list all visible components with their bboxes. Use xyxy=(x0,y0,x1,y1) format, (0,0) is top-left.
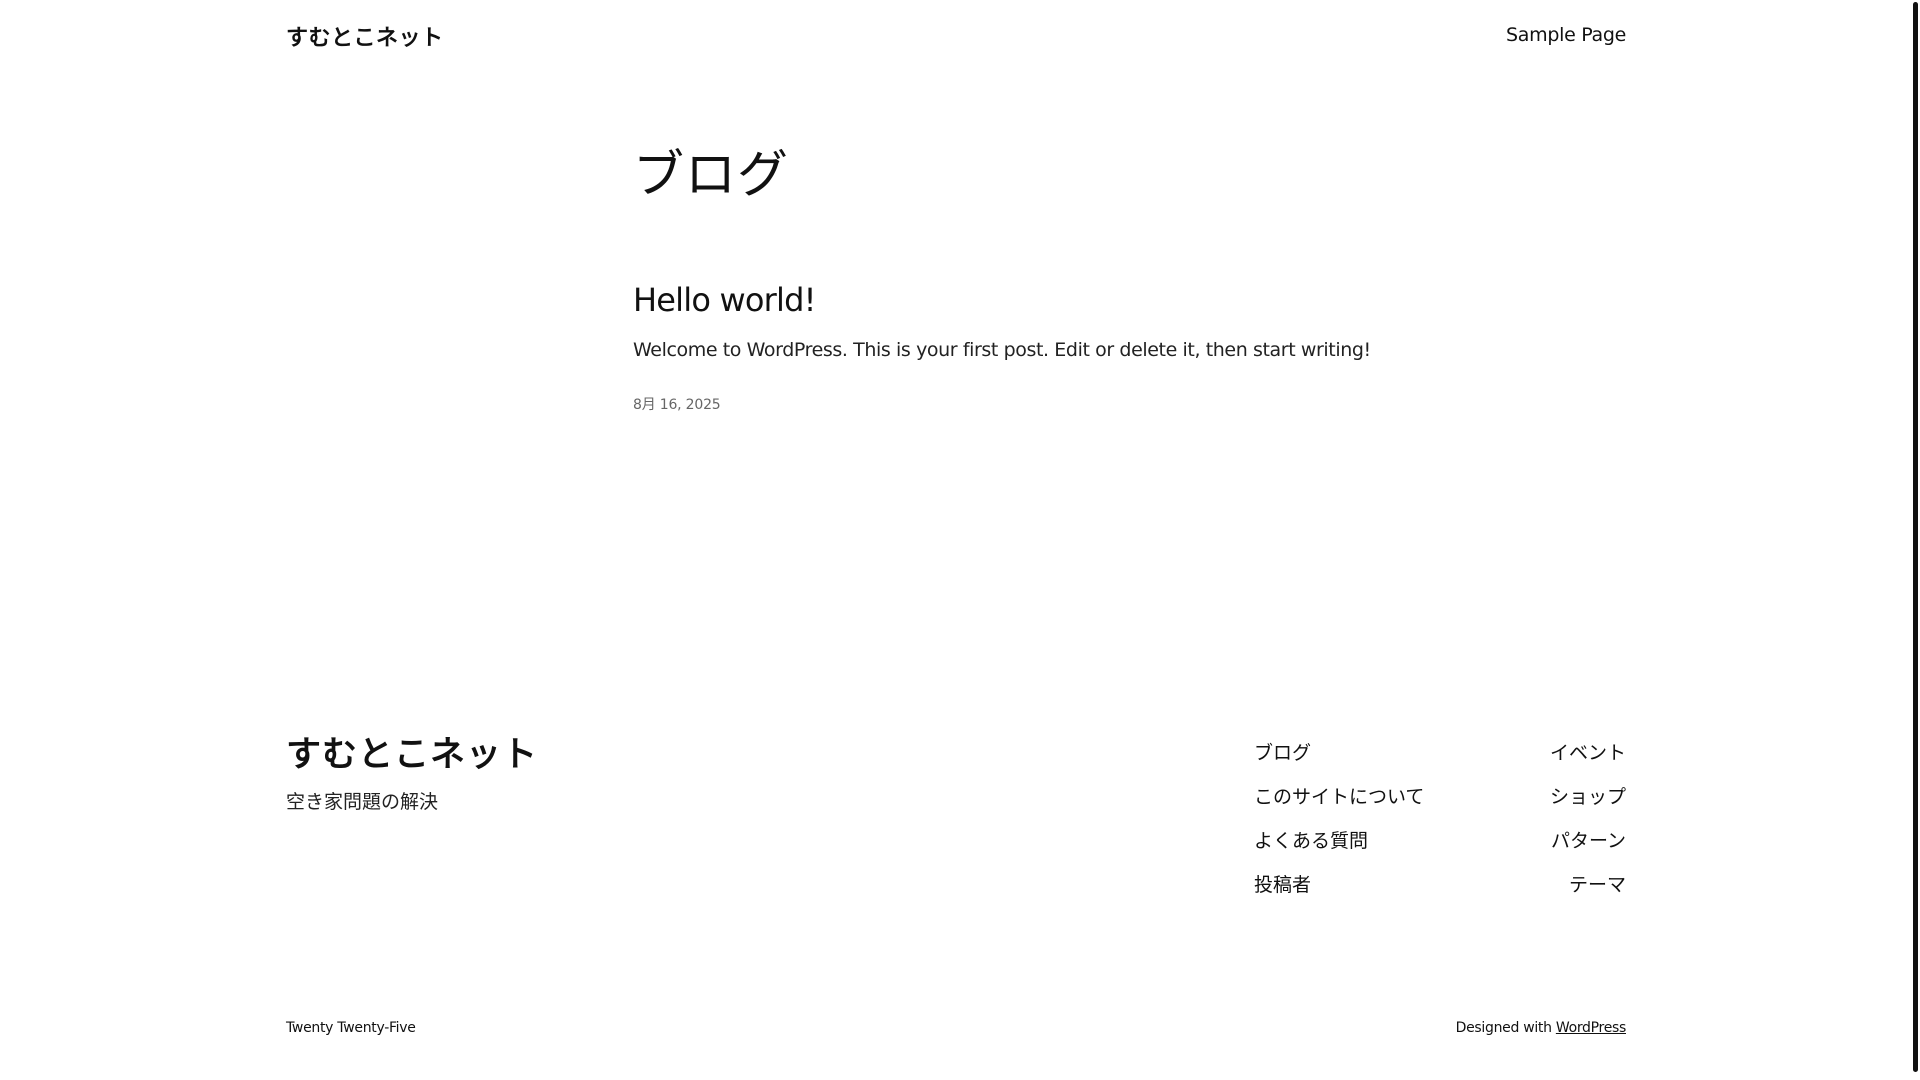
scrollbar[interactable] xyxy=(1911,0,1920,1080)
footer-link-faq[interactable]: よくある質問 xyxy=(1254,819,1424,863)
footer-tagline: 空き家問題の解決 xyxy=(286,791,439,813)
nav-item-sample-page[interactable]: Sample Page xyxy=(1506,24,1626,46)
footer-nav-column-2: イベント ショップ パターン テーマ xyxy=(1550,731,1626,907)
footer-site-title-link[interactable]: すむとこネット xyxy=(286,726,538,777)
scrollbar-thumb[interactable] xyxy=(1913,2,1918,1072)
site-title-link[interactable]: すむとこネット xyxy=(286,20,444,52)
page: すむとこネット Sample Page ブログ Hello world! Wel… xyxy=(0,0,1920,1080)
footer-link-patterns[interactable]: パターン xyxy=(1551,819,1626,863)
footer-link-shop[interactable]: ショップ xyxy=(1550,775,1626,819)
post-date: 8月 16, 2025 xyxy=(633,397,721,413)
footer-link-about[interactable]: このサイトについて xyxy=(1254,775,1424,819)
page-title: ブログ xyxy=(633,146,790,205)
footer-credit-prefix: Designed with xyxy=(1455,1020,1552,1036)
wordpress-link[interactable]: WordPress xyxy=(1556,1020,1626,1036)
footer-link-events[interactable]: イベント xyxy=(1550,731,1626,775)
footer-nav-column-1: ブログ このサイトについて よくある質問 投稿者 xyxy=(1254,731,1424,907)
post-title-link[interactable]: Hello world! xyxy=(633,281,816,319)
footer-link-themes[interactable]: テーマ xyxy=(1569,863,1626,907)
footer-credit: Designed with WordPress xyxy=(1455,1020,1627,1036)
footer-link-blog[interactable]: ブログ xyxy=(1254,731,1424,775)
post-excerpt: Welcome to WordPress. This is your first… xyxy=(633,339,1371,361)
footer-theme-name: Twenty Twenty-Five xyxy=(286,1020,416,1036)
footer-link-authors[interactable]: 投稿者 xyxy=(1254,863,1424,907)
